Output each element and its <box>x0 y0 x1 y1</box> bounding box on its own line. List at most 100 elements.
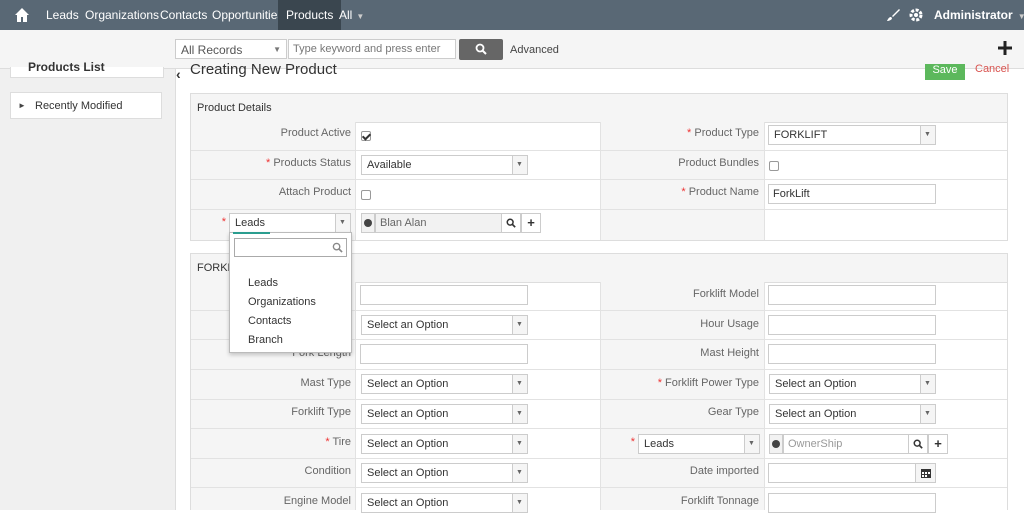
select-placeholder: Select an Option <box>367 438 449 450</box>
add-record-button[interactable]: + <box>521 213 541 233</box>
dropdown-option-leads[interactable]: Leads <box>248 277 278 289</box>
owner-module-select[interactable]: Leads <box>638 434 760 454</box>
search-input[interactable] <box>288 39 456 59</box>
product-bundles-label: Product Bundles <box>678 157 759 169</box>
condition-label: Condition <box>304 465 351 477</box>
row-divider <box>191 369 1007 370</box>
products-status-select[interactable]: Available <box>361 155 528 175</box>
nav-products[interactable]: Products <box>278 0 342 30</box>
nav-all[interactable]: All ▼ <box>339 0 364 30</box>
forklift-power-type-label-text: Forklift Power Type <box>665 377 759 389</box>
row-divider <box>191 209 1007 210</box>
forklift-type-select[interactable]: Select an Option <box>361 404 528 424</box>
forklift-power-type-select[interactable]: Select an Option <box>769 374 936 394</box>
page-title: Creating New Product <box>190 61 337 78</box>
paint-brush-icon[interactable] <box>886 8 900 22</box>
quick-create-icon[interactable] <box>998 41 1012 55</box>
select-placeholder: Select an Option <box>367 408 449 420</box>
forklift-model-input[interactable] <box>768 285 936 305</box>
row-divider <box>191 458 1007 459</box>
col-divider <box>764 282 765 510</box>
sidebar: Products List ► Recently Modified <box>0 60 176 510</box>
dropdown-option-contacts[interactable]: Contacts <box>248 315 291 327</box>
tire-select[interactable]: Select an Option <box>361 434 528 454</box>
calendar-button[interactable] <box>915 463 936 483</box>
cancel-link[interactable]: Cancel <box>975 63 1009 75</box>
attach-product-checkbox[interactable] <box>361 190 371 200</box>
focus-indicator <box>233 232 270 234</box>
forklift-type-label: Forklift Type <box>291 406 351 418</box>
required-marker: * <box>221 216 226 228</box>
product-type-select[interactable]: FORKLIFT <box>768 125 936 145</box>
back-arrow-icon[interactable]: ‹ <box>176 66 181 82</box>
date-imported-input[interactable] <box>768 463 916 483</box>
product-bundles-checkbox[interactable] <box>769 161 779 171</box>
clear-icon[interactable] <box>361 213 375 233</box>
nav-organizations[interactable]: Organizations <box>85 0 159 30</box>
product-active-checkbox[interactable] <box>361 131 371 141</box>
nav-leads[interactable]: Leads <box>46 0 79 30</box>
dropdown-option-organizations[interactable]: Organizations <box>248 296 316 308</box>
user-menu[interactable]: Administrator ▼ <box>934 0 1024 32</box>
mast-type-select[interactable]: Select an Option <box>361 374 528 394</box>
recently-modified-toggle[interactable]: ► Recently Modified <box>10 92 162 119</box>
search-icon <box>913 439 923 449</box>
gear-icon[interactable] <box>908 7 924 23</box>
related-module-select[interactable]: Leads <box>229 213 351 233</box>
dropdown-option-branch[interactable]: Branch <box>248 334 283 346</box>
mast-height-input[interactable] <box>768 344 936 364</box>
required-marker: * <box>630 436 635 448</box>
select-placeholder: Select an Option <box>367 319 449 331</box>
dropdown-search-input[interactable] <box>234 238 347 257</box>
save-button[interactable]: Save <box>925 64 965 80</box>
hour-usage-input[interactable] <box>768 315 936 335</box>
product-name-label-text: Product Name <box>688 186 759 198</box>
select-owner-button[interactable] <box>908 434 928 454</box>
chevron-down-icon <box>512 375 527 393</box>
related-record-value[interactable]: Blan Alan <box>375 213 502 233</box>
sidebar-title: Products List <box>28 60 105 74</box>
nav-all-label: All <box>339 8 353 22</box>
records-filter-select[interactable]: All Records ▼ <box>175 39 287 59</box>
nav-opportunities[interactable]: Opportunities <box>212 0 283 30</box>
sidebar-title-box: Products List <box>10 60 164 78</box>
product-type-label: * Product Type <box>687 127 759 139</box>
chevron-down-icon: ▼ <box>1017 12 1024 21</box>
tire-label-text: Tire <box>332 436 351 448</box>
ownership-placeholder[interactable]: OwnerShip <box>783 434 909 454</box>
forklift-option-select[interactable]: Select an Option <box>361 315 528 335</box>
select-placeholder: Select an Option <box>367 497 449 509</box>
product-name-input[interactable] <box>768 184 936 204</box>
fork-length-input[interactable] <box>360 344 528 364</box>
chevron-down-icon <box>512 494 527 512</box>
clear-icon[interactable] <box>769 434 783 454</box>
select-placeholder: Select an Option <box>367 467 449 479</box>
home-icon[interactable] <box>14 7 30 23</box>
gear-type-select[interactable]: Select an Option <box>769 404 936 424</box>
related-module-value: Leads <box>235 217 265 229</box>
chevron-down-icon <box>920 405 935 423</box>
select-record-button[interactable] <box>501 213 521 233</box>
advanced-search-link[interactable]: Advanced <box>510 44 559 56</box>
chevron-down-icon <box>744 435 759 453</box>
product-name-label: * Product Name <box>681 186 759 198</box>
forklift-tonnage-input[interactable] <box>768 493 936 513</box>
row-divider <box>191 487 1007 488</box>
chevron-down-icon: ▼ <box>273 45 281 54</box>
mast-height-label: Mast Height <box>700 347 759 359</box>
attach-product-label: Attach Product <box>278 186 351 198</box>
related-record-field: Blan Alan + <box>361 213 541 233</box>
search-button[interactable] <box>459 39 503 60</box>
col-divider <box>600 122 601 240</box>
product-type-label-text: Product Type <box>694 127 759 139</box>
user-name: Administrator <box>934 8 1013 22</box>
hour-usage-label: Hour Usage <box>700 318 759 330</box>
chevron-down-icon <box>920 126 935 144</box>
nav-contacts[interactable]: Contacts <box>160 0 207 30</box>
search-icon <box>506 218 516 228</box>
forklift-text-input[interactable] <box>360 285 528 305</box>
condition-select[interactable]: Select an Option <box>361 463 528 483</box>
engine-model-select[interactable]: Select an Option <box>361 493 528 513</box>
forklift-model-label: Forklift Model <box>692 288 759 300</box>
add-owner-button[interactable]: + <box>928 434 948 454</box>
